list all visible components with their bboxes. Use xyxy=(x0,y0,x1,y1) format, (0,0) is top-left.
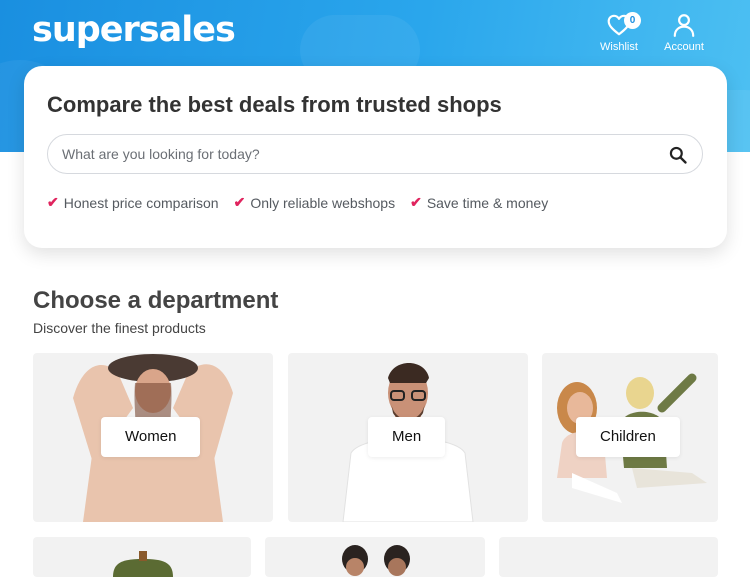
wishlist-label: Wishlist xyxy=(600,41,638,53)
department-label-men: Men xyxy=(368,417,446,457)
site-logo[interactable]: supersales xyxy=(32,10,236,50)
bag-photo xyxy=(113,551,173,577)
search-panel: Compare the best deals from trusted shop… xyxy=(24,66,727,248)
account-button[interactable]: Account xyxy=(659,12,709,53)
search-icon[interactable] xyxy=(668,145,688,165)
checkmark-icon: ✔ xyxy=(410,194,422,210)
couple-photo xyxy=(342,545,410,576)
wishlist-button[interactable]: 0 Wishlist xyxy=(594,12,644,53)
department-label-women: Women xyxy=(101,417,201,457)
checkmark-icon: ✔ xyxy=(47,194,59,210)
checkmark-icon: ✔ xyxy=(233,194,246,210)
usp-label: Honest price comparison xyxy=(63,194,219,211)
department-card-men[interactable]: Men xyxy=(288,353,528,522)
usp-item: ✔ Save time & money xyxy=(410,194,548,211)
departments-subheading: Discover the finest products xyxy=(33,320,206,336)
department-card-more[interactable] xyxy=(499,537,718,577)
search-box[interactable] xyxy=(47,134,703,174)
usp-list: ✔ Honest price comparison ✔ Only reliabl… xyxy=(47,194,548,211)
wishlist-count-badge: 0 xyxy=(624,12,641,29)
account-label: Account xyxy=(664,41,704,53)
department-card-couples[interactable] xyxy=(265,537,485,577)
usp-label: Only reliable webshops xyxy=(250,194,396,211)
usp-label: Save time & money xyxy=(426,194,549,211)
search-input[interactable] xyxy=(62,135,652,173)
department-card-children[interactable]: Children xyxy=(542,353,718,522)
department-card-women[interactable]: Women xyxy=(33,353,273,522)
search-heading: Compare the best deals from trusted shop… xyxy=(47,92,502,117)
usp-item: ✔ Only reliable webshops xyxy=(234,194,395,211)
usp-item: ✔ Honest price comparison xyxy=(47,194,219,211)
department-label-children: Children xyxy=(576,417,680,457)
user-icon xyxy=(673,14,695,37)
departments-heading: Choose a department xyxy=(33,287,279,314)
department-card-accessories[interactable] xyxy=(33,537,251,577)
